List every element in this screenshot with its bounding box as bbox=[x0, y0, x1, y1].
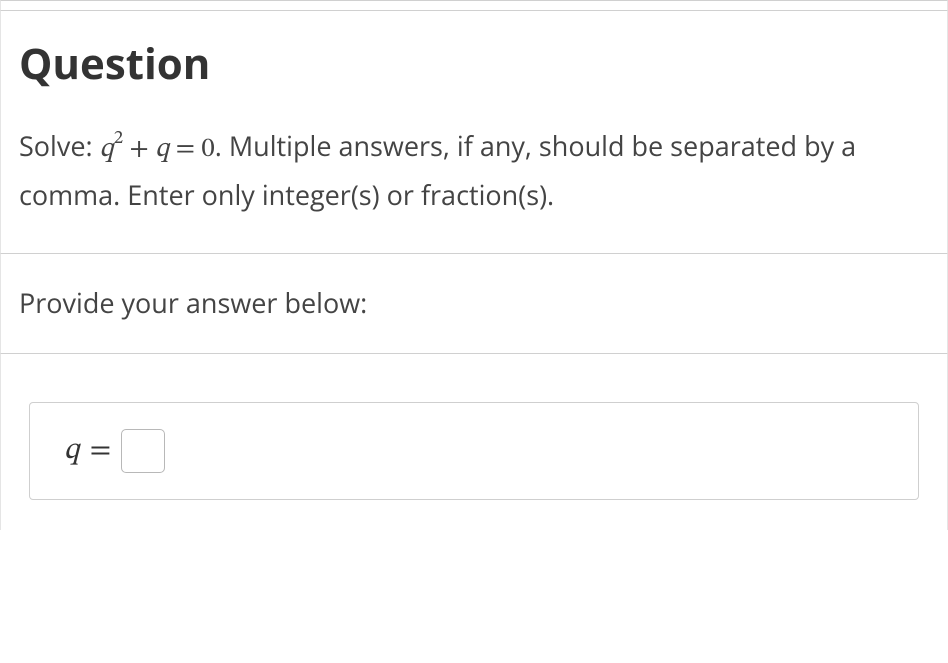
question-text: Solve: q2 + q = 0. Multiple answers, if … bbox=[19, 124, 929, 217]
question-heading: Question bbox=[19, 35, 929, 92]
question-section: Question Solve: q2 + q = 0. Multiple ans… bbox=[0, 11, 948, 254]
equation-exponent: 2 bbox=[114, 130, 123, 148]
equation-plus: + bbox=[123, 136, 155, 163]
answer-prompt: Provide your answer below: bbox=[19, 284, 929, 321]
equation-var1: q bbox=[100, 136, 114, 163]
equation-rhs: = 0 bbox=[169, 136, 215, 163]
question-container: Question Solve: q2 + q = 0. Multiple ans… bbox=[0, 0, 948, 663]
equation-var2: q bbox=[155, 136, 169, 163]
top-divider bbox=[0, 0, 948, 11]
answer-variable: q bbox=[64, 432, 80, 470]
question-prefix: Solve: bbox=[19, 127, 100, 164]
answer-input[interactable] bbox=[121, 429, 165, 473]
answer-box: q = bbox=[29, 402, 919, 500]
answer-equals: = bbox=[90, 432, 112, 470]
answer-input-section: q = bbox=[0, 354, 948, 530]
answer-prompt-section: Provide your answer below: bbox=[0, 254, 948, 354]
